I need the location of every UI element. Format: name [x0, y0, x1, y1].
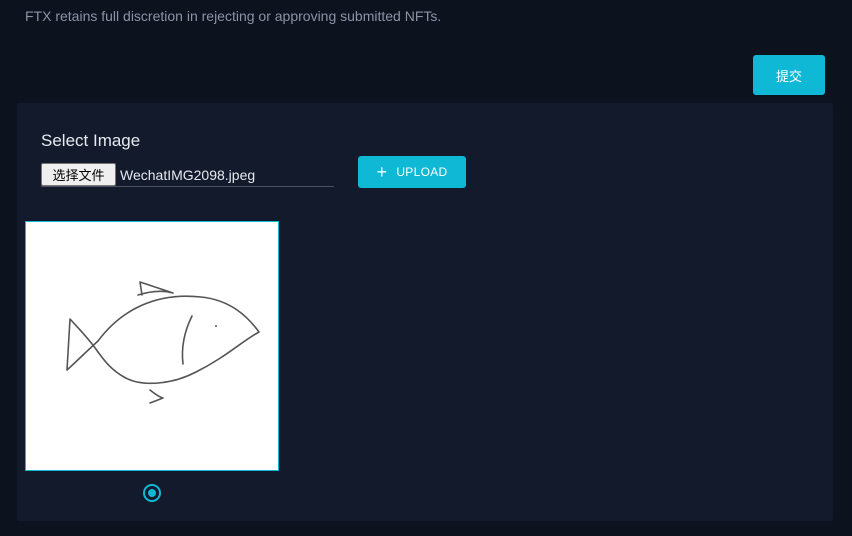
select-image-label: Select Image [41, 131, 141, 150]
discretion-notice: FTX retains full discretion in rejecting… [25, 8, 442, 24]
select-image-radio[interactable] [143, 484, 161, 502]
file-input[interactable]: 选择文件 WechatIMG2098.jpeg [41, 163, 334, 187]
upload-button-label: UPLOAD [396, 165, 448, 179]
plus-icon: + [376, 162, 388, 182]
fish-sketch-image [66, 281, 260, 404]
choose-file-button[interactable]: 选择文件 [41, 163, 116, 186]
selected-file-name: WechatIMG2098.jpeg [120, 167, 256, 183]
upload-panel: Select Image 选择文件 WechatIMG2098.jpeg + U… [17, 103, 833, 521]
submit-button[interactable]: 提交 [753, 55, 825, 95]
image-preview[interactable] [25, 221, 279, 471]
radio-selected-dot [148, 489, 156, 497]
upload-button[interactable]: + UPLOAD [358, 156, 466, 188]
nft-submit-page: FTX retains full discretion in rejecting… [0, 0, 852, 536]
